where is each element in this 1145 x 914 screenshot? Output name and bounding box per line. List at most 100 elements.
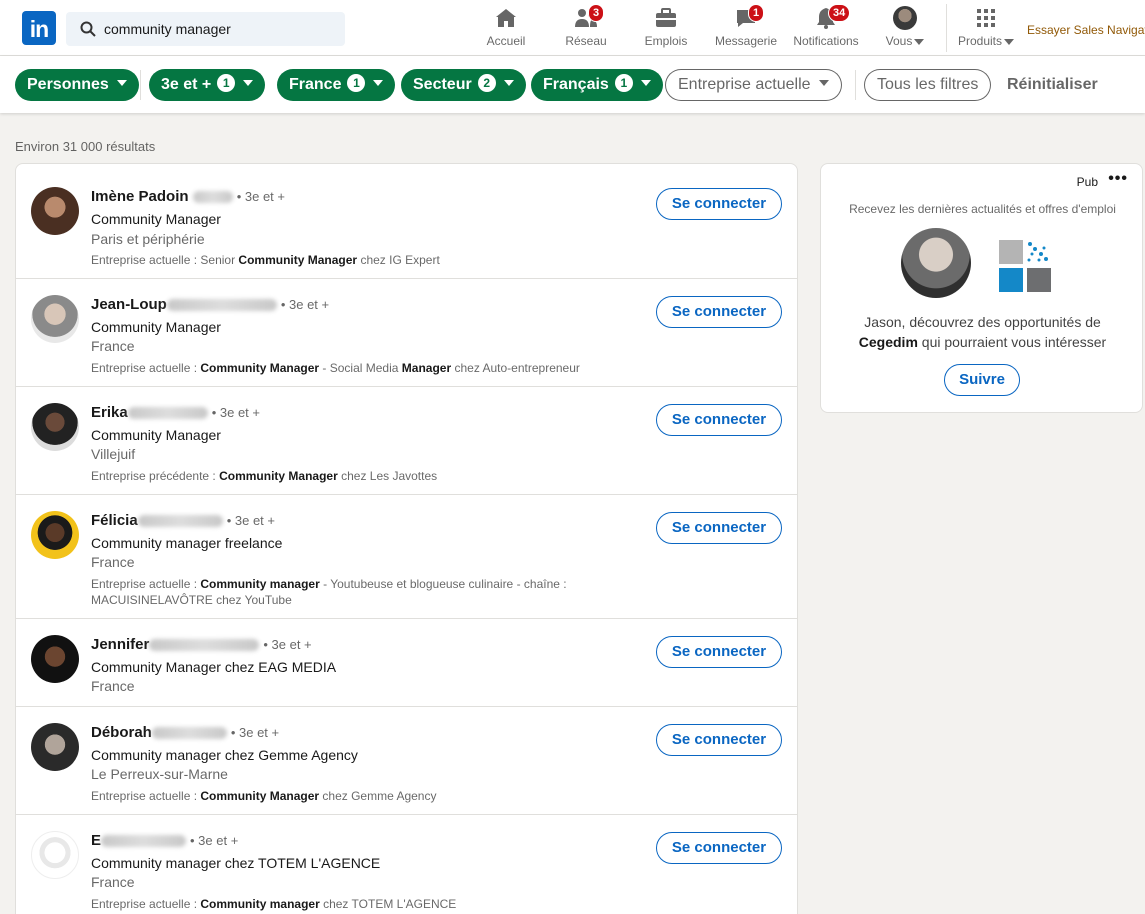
connect-button[interactable]: Se connecter (656, 724, 782, 756)
nav-jobs-label: Emplois (644, 34, 688, 48)
sales-navigator-link[interactable]: Essayer Sales Navigator (1027, 23, 1145, 37)
nav-jobs[interactable]: Emplois (640, 6, 692, 52)
filter-degree[interactable]: 3e et + 1 (149, 69, 266, 101)
connect-button[interactable]: Se connecter (656, 296, 782, 328)
chevron-down-icon (373, 80, 384, 86)
filter-separator (140, 70, 141, 100)
list-item[interactable]: Jennifer • 3e et + Community Manager chez… (16, 619, 797, 707)
result-name[interactable]: Félicia • 3e et + (91, 512, 275, 529)
summary-highlight: Manager (401, 361, 452, 375)
avatar[interactable] (31, 635, 79, 683)
summary-highlight: Community Manager (238, 253, 358, 267)
result-title: Community Manager (91, 427, 221, 443)
search-box[interactable] (66, 12, 345, 46)
list-item[interactable]: Félicia • 3e et + Community manager freel… (16, 495, 797, 619)
result-location: Paris et périphérie (91, 231, 205, 247)
result-name-text: Imène Padoin (91, 188, 189, 205)
nav-divider (946, 4, 947, 52)
filter-sector[interactable]: Secteur 2 (401, 69, 526, 101)
result-summary: Entreprise précédente : Community Manage… (91, 468, 581, 484)
filter-sector-count: 2 (477, 74, 496, 92)
reset-button[interactable]: Réinitialiser (1007, 69, 1098, 101)
follow-button[interactable]: Suivre (944, 364, 1020, 396)
filter-language-count: 1 (614, 74, 633, 92)
result-name[interactable]: Jean-Loup • 3e et + (91, 296, 329, 313)
result-name[interactable]: Erika • 3e et + (91, 404, 260, 421)
connection-degree: • 3e et + (230, 725, 280, 740)
connect-button[interactable]: Se connecter (656, 512, 782, 544)
list-item[interactable]: Imène Padoin • 3e et + Community Manager… (16, 164, 797, 279)
result-location: France (91, 554, 135, 570)
connect-button[interactable]: Se connecter (656, 404, 782, 436)
filter-degree-count: 1 (217, 74, 236, 92)
ad-label: Pub (1076, 175, 1098, 189)
linkedin-logo-icon[interactable]: in (22, 11, 56, 45)
search-input[interactable] (104, 12, 334, 46)
nav-products-label: Produits (957, 34, 1003, 48)
blurred-text (192, 191, 233, 204)
bell-icon: 34 (814, 4, 851, 30)
summary-text: Entreprise actuelle : Senior (91, 253, 239, 267)
filter-people[interactable]: Personnes (15, 69, 139, 101)
top-nav: in Accueil 3 Réseau Emplois 1 Messagerie… (0, 0, 1145, 56)
summary-text: chez IG Expert (357, 253, 440, 267)
connect-button[interactable]: Se connecter (656, 832, 782, 864)
summary-text: - Social Media (319, 361, 402, 375)
connection-degree: • 3e et + (211, 405, 260, 420)
nav-products[interactable]: Produits (955, 6, 1017, 52)
chevron-down-icon (503, 80, 514, 86)
filter-current-company[interactable]: Entreprise actuelle (665, 69, 842, 101)
nav-messaging[interactable]: 1 Messagerie (714, 4, 778, 52)
connect-button[interactable]: Se connecter (656, 188, 782, 220)
result-name[interactable]: Imène Padoin • 3e et + (91, 188, 285, 205)
summary-text: chez Gemme Agency (319, 789, 437, 803)
ad-subtitle: Recevez les dernières actualités et offr… (849, 202, 1116, 216)
summary-text: Entreprise précédente : (91, 469, 220, 483)
result-name-text: Erika (91, 404, 128, 421)
list-item[interactable]: Déborah • 3e et + Community manager chez … (16, 707, 797, 815)
avatar[interactable] (31, 295, 79, 343)
avatar[interactable] (31, 831, 79, 879)
connect-button[interactable]: Se connecter (656, 636, 782, 668)
more-options-icon[interactable]: ••• (1108, 170, 1128, 188)
result-location: France (91, 338, 135, 354)
result-summary: Entreprise actuelle : Community Manager … (91, 360, 581, 376)
all-filters-button[interactable]: Tous les filtres (864, 69, 992, 101)
nav-home[interactable]: Accueil (480, 6, 532, 52)
filter-language[interactable]: Français 1 (531, 69, 663, 101)
filter-degree-label: 3e et + (161, 76, 212, 93)
summary-text: Entreprise actuelle : (91, 577, 201, 591)
avatar[interactable] (31, 187, 79, 235)
results-list: Imène Padoin • 3e et + Community Manager… (15, 163, 798, 914)
result-name[interactable]: E • 3e et + (91, 832, 238, 849)
filter-location-count: 1 (347, 74, 366, 92)
nav-network[interactable]: 3 Réseau (560, 4, 612, 52)
result-title: Community manager chez TOTEM L'AGENCE (91, 855, 381, 871)
nav-notifications-label: Notifications (793, 34, 859, 48)
nav-me[interactable]: Vous (880, 6, 930, 52)
filter-language-label: Français (543, 76, 609, 93)
chevron-down-icon (1004, 38, 1015, 45)
summary-text: chez TOTEM L'AGENCE (319, 897, 457, 911)
list-item[interactable]: E • 3e et + Community manager chez TOTEM … (16, 815, 797, 914)
filter-location[interactable]: France 1 (277, 69, 396, 101)
nav-home-label: Accueil (486, 34, 526, 48)
list-item[interactable]: Jean-Loup • 3e et + Community Manager Fra… (16, 279, 797, 387)
ad-card: Pub ••• Recevez les dernières actualités… (820, 163, 1143, 413)
avatar[interactable] (31, 723, 79, 771)
blurred-text (166, 299, 277, 312)
list-item[interactable]: Erika • 3e et + Community Manager Villeju… (16, 387, 797, 495)
result-location: Villejuif (91, 446, 136, 462)
result-title: Community Manager (91, 319, 221, 335)
search-icon (80, 21, 96, 37)
result-name[interactable]: Déborah • 3e et + (91, 724, 279, 741)
avatar[interactable] (31, 403, 79, 451)
messaging-badge: 1 (748, 4, 765, 22)
ad-text-part: Jason, découvrez des opportunités de (864, 314, 1101, 330)
result-summary: Entreprise actuelle : Community Manager … (91, 788, 581, 804)
ad-user-avatar (901, 228, 971, 298)
result-title: Community Manager chez EAG MEDIA (91, 659, 337, 675)
avatar[interactable] (31, 511, 79, 559)
nav-notifications[interactable]: 34 Notifications (791, 4, 861, 52)
result-name[interactable]: Jennifer • 3e et + (91, 636, 312, 653)
